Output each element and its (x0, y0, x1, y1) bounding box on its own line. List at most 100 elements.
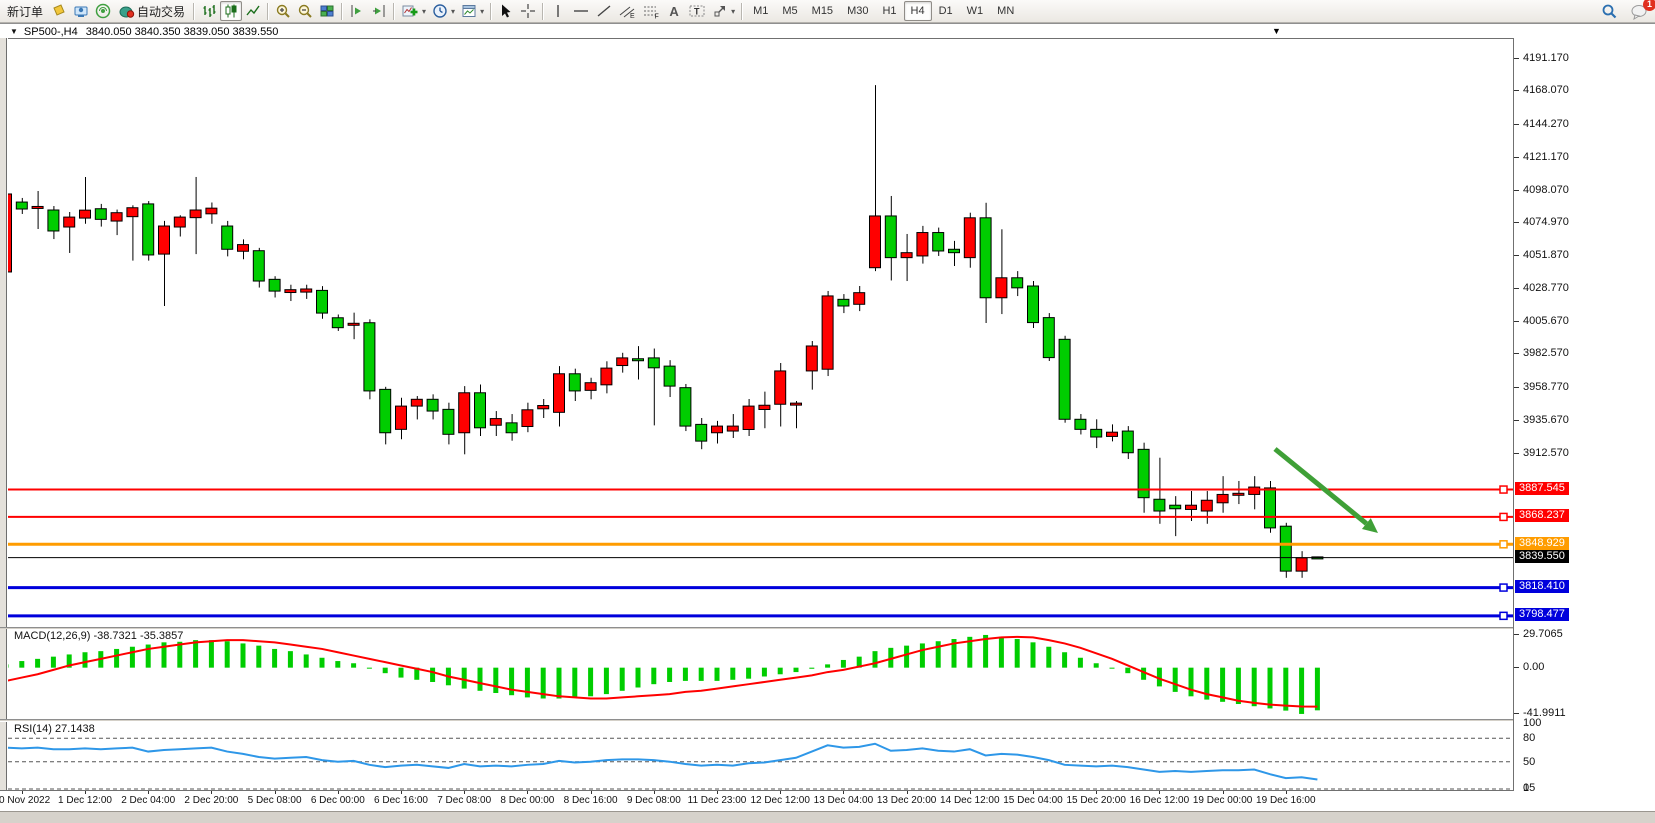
candle (1122, 426, 1133, 459)
macd-histogram-bar (794, 668, 799, 672)
candle-body (127, 208, 138, 217)
bar-chart-type-button[interactable] (198, 1, 220, 21)
candle-body (664, 366, 675, 386)
price-alert-button[interactable] (48, 1, 70, 21)
macd-histogram-bar (478, 668, 483, 691)
candle-body (554, 374, 565, 413)
macd-histogram-bar (1046, 647, 1051, 668)
candle (174, 215, 185, 236)
candle (238, 239, 249, 259)
line-handle[interactable] (1500, 541, 1507, 548)
timeframe-button-w1[interactable]: W1 (960, 1, 991, 21)
line-handle[interactable] (1500, 513, 1507, 520)
candle-body (490, 419, 501, 426)
timeframe-button-mn[interactable]: MN (990, 1, 1021, 21)
macd-histogram-bar (572, 668, 577, 698)
candle-body (459, 393, 470, 433)
time-tick (1033, 791, 1034, 794)
candle (1059, 336, 1070, 423)
shapes-arrows-button[interactable]: ▾ (709, 1, 738, 21)
timeframe-button-m30[interactable]: M30 (840, 1, 875, 21)
add-indicator-button[interactable]: ▾ (398, 1, 429, 21)
new-order-button[interactable]: 新订单 (2, 1, 48, 21)
candle (8, 191, 12, 276)
macd-histogram-bar (588, 668, 593, 697)
line-chart-type-button[interactable] (242, 1, 264, 21)
candle-body (95, 209, 106, 220)
candle-body (1059, 339, 1070, 419)
chevron-down-icon: ▾ (480, 7, 484, 16)
fibonacci-tool-button[interactable]: F (639, 1, 663, 21)
trend-arrow-annotation[interactable] (1275, 449, 1366, 524)
text-label-tool-button[interactable]: T (685, 1, 709, 21)
timeframe-button-h4[interactable]: H4 (904, 1, 932, 21)
candle-body (854, 293, 865, 305)
candle (1107, 424, 1118, 441)
timeframe-button-h1[interactable]: H1 (875, 1, 903, 21)
periods-button[interactable]: ▾ (429, 1, 458, 21)
macd-histogram-bar (620, 668, 625, 691)
templates-button[interactable]: ▾ (458, 1, 487, 21)
zoom-out-button[interactable] (294, 1, 316, 21)
timeframe-button-d1[interactable]: D1 (932, 1, 960, 21)
cursor-tool-button[interactable] (495, 1, 517, 21)
candle-body (680, 388, 691, 426)
candle (80, 177, 91, 224)
chart-shift-button[interactable] (368, 1, 390, 21)
time-tick (275, 791, 276, 794)
candle (727, 414, 738, 438)
line-handle[interactable] (1500, 612, 1507, 619)
candle-body (712, 426, 723, 433)
candle (32, 191, 43, 229)
auto-trading-button[interactable]: 自动交易 (114, 1, 190, 21)
macd-histogram-bar (999, 637, 1004, 668)
candle (538, 399, 549, 418)
broadcast-button[interactable] (92, 1, 114, 21)
candle-body (633, 359, 644, 361)
candle-body (1280, 526, 1291, 571)
market-watch-button[interactable] (70, 1, 92, 21)
macd-histogram-bar (193, 640, 198, 668)
equidistant-channel-tool-button[interactable]: E (615, 1, 639, 21)
horizontal-line-tool-button[interactable] (569, 1, 593, 21)
candle-body (1296, 558, 1307, 571)
candle (648, 349, 659, 426)
macd-histogram-bar (778, 668, 783, 675)
candle-body (111, 213, 122, 221)
chart-shift-marker-icon[interactable]: ▼ (1272, 26, 1281, 36)
candle-body (838, 299, 849, 306)
vertical-line-tool-button[interactable] (547, 1, 569, 21)
price-axis: 4191.1704168.0704144.2704121.1704098.070… (1513, 38, 1655, 791)
auto-scroll-button[interactable] (346, 1, 368, 21)
timeframe-button-m15[interactable]: M15 (805, 1, 840, 21)
timeframe-button-m5[interactable]: M5 (775, 1, 804, 21)
macd-histogram-bar (699, 668, 704, 681)
candle-body (996, 278, 1007, 298)
search-button[interactable] (1598, 1, 1621, 21)
candle-body (806, 346, 817, 371)
window-left-frame (0, 38, 7, 811)
line-price-label: 3798.477 (1515, 608, 1569, 621)
candle-body (427, 399, 438, 411)
candle-body (949, 249, 960, 252)
chart-menu-triangle-icon[interactable]: ▼ (10, 27, 18, 36)
candle-body (174, 217, 185, 227)
line-handle[interactable] (1500, 486, 1507, 493)
text-tool-button[interactable]: A (663, 1, 685, 21)
macd-histogram-bar (1268, 668, 1273, 709)
candlestick-chart-type-button[interactable] (220, 1, 242, 21)
trendline-tool-button[interactable] (593, 1, 615, 21)
tile-windows-button[interactable] (316, 1, 338, 21)
zoom-in-button[interactable] (272, 1, 294, 21)
candle-body (332, 318, 343, 328)
price-tick-label: 4121.170 (1523, 151, 1569, 163)
line-handle[interactable] (1500, 584, 1507, 591)
crosshair-tool-button[interactable] (517, 1, 539, 21)
macd-histogram-bar (604, 668, 609, 694)
candle (1075, 414, 1086, 434)
timeframe-button-m1[interactable]: M1 (746, 1, 775, 21)
candle-body (1154, 499, 1165, 511)
candle-body (317, 290, 328, 313)
time-tick (211, 791, 212, 794)
notifications-button[interactable]: 1 (1627, 1, 1651, 21)
